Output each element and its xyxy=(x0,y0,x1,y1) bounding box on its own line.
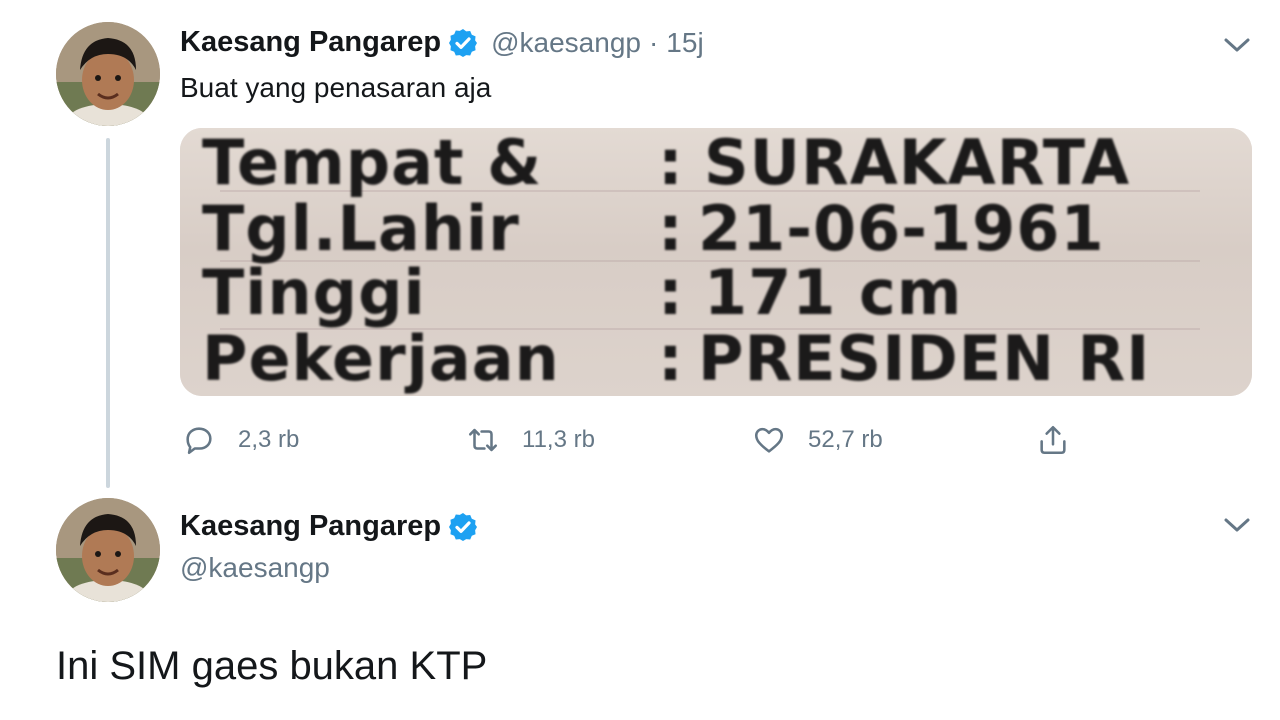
avatar[interactable] xyxy=(56,22,160,126)
share-icon xyxy=(1040,425,1066,455)
chevron-down-icon[interactable] xyxy=(1222,514,1252,536)
share-button[interactable] xyxy=(1036,418,1070,462)
avatar-photo xyxy=(56,22,160,126)
id-label-place: Tempat & xyxy=(202,128,543,199)
tweet-header: Kaesang Pangarep xyxy=(180,510,479,543)
retweet-button[interactable]: 11,3 rb xyxy=(466,418,595,462)
tweet-actions: 2,3 rb 11,3 rb 52,7 rb xyxy=(180,418,1252,462)
avatar-photo xyxy=(56,498,160,602)
retweet-count: 11,3 rb xyxy=(522,426,595,453)
tweet-text: Buat yang penasaran aja xyxy=(180,72,492,103)
id-value-dob: 21-06-1961 xyxy=(698,192,1105,265)
tweet-timestamp[interactable]: 15j xyxy=(666,27,703,59)
like-icon xyxy=(754,427,784,453)
id-colon: : xyxy=(658,128,684,199)
id-colon: : xyxy=(658,192,684,265)
id-colon: : xyxy=(658,256,684,329)
verified-badge-icon xyxy=(447,27,479,59)
author-handle[interactable]: @kaesangp xyxy=(491,27,641,59)
id-value-height: 171 cm xyxy=(704,256,963,329)
avatar[interactable] xyxy=(56,498,160,602)
id-label-dob: Tgl.Lahir xyxy=(202,192,520,265)
reply-icon xyxy=(186,427,212,455)
id-value-occupation: PRESIDEN RI xyxy=(698,322,1151,395)
retweet-icon xyxy=(468,428,498,452)
like-count: 52,7 rb xyxy=(808,426,883,453)
reply-button[interactable]: 2,3 rb xyxy=(182,418,299,462)
id-label-occupation: Pekerjaan xyxy=(202,322,560,395)
id-colon: : xyxy=(658,322,684,395)
author-handle[interactable]: @kaesangp xyxy=(180,552,330,584)
separator-dot: · xyxy=(648,26,659,58)
tweet-media-image[interactable]: Tempat & Tgl.Lahir Tinggi Pekerjaan : : … xyxy=(180,128,1252,396)
reply-count: 2,3 rb xyxy=(238,426,300,453)
tweet-header: Kaesang Pangarep @kaesangp · 15j xyxy=(180,26,704,59)
id-value-place: SURAKARTA xyxy=(704,128,1131,199)
tweet-text: Ini SIM gaes bukan KTP xyxy=(56,644,488,688)
id-label-height: Tinggi xyxy=(202,256,426,329)
verified-badge-icon xyxy=(447,511,479,543)
chevron-down-icon[interactable] xyxy=(1222,34,1252,56)
like-button[interactable]: 52,7 rb xyxy=(752,418,883,462)
author-name[interactable]: Kaesang Pangarep xyxy=(180,26,441,59)
thread-line xyxy=(106,138,110,488)
author-name[interactable]: Kaesang Pangarep xyxy=(180,510,441,543)
